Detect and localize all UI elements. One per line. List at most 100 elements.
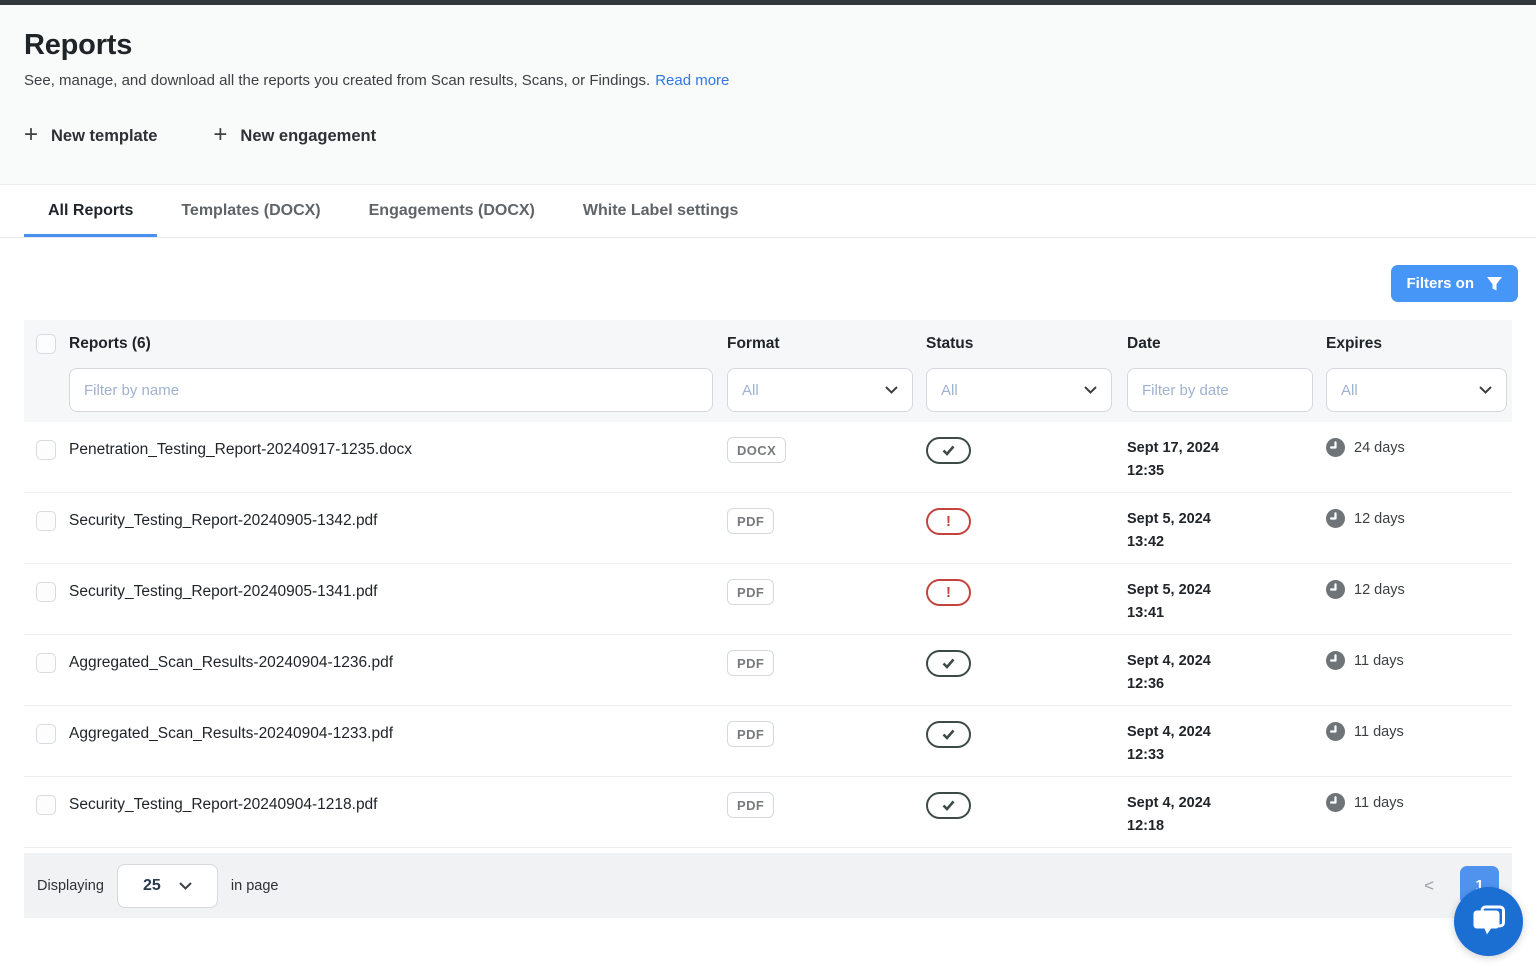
status-filter-select[interactable]: All — [926, 368, 1112, 412]
report-name[interactable]: Security_Testing_Report-20240905-1341.pd… — [69, 579, 727, 601]
clock-icon — [1326, 580, 1345, 599]
new-engagement-button[interactable]: + New engagement — [213, 125, 376, 147]
report-date-time: 12:18 — [1127, 815, 1326, 838]
report-date: Sept 4, 2024 12:36 — [1127, 650, 1326, 696]
status-badge: ! — [926, 650, 971, 677]
tab-label: Templates (DOCX) — [181, 202, 320, 220]
clock-icon — [1326, 509, 1345, 528]
error-icon: ! — [946, 585, 951, 600]
status-badge: ! — [926, 579, 971, 606]
previous-page-button[interactable]: < — [1420, 872, 1438, 900]
status-filter-value: All — [941, 382, 958, 399]
table-row: Security_Testing_Report-20240905-1342.pd… — [24, 493, 1512, 564]
tab-white-label-settings[interactable]: White Label settings — [559, 185, 763, 237]
format-badge: PDF — [727, 650, 774, 676]
column-header-status: Status — [926, 335, 1127, 353]
new-template-button[interactable]: + New template — [24, 125, 157, 147]
report-date-day: Sept 5, 2024 — [1127, 508, 1326, 531]
plus-icon: + — [24, 123, 38, 147]
filter-by-date-input[interactable] — [1127, 368, 1313, 412]
plus-icon: + — [213, 123, 227, 147]
read-more-link[interactable]: Read more — [655, 72, 729, 89]
filter-funnel-icon — [1486, 276, 1503, 292]
report-name[interactable]: Aggregated_Scan_Results-20240904-1236.pd… — [69, 650, 727, 672]
status-badge: ! — [926, 721, 971, 748]
expires-filter-value: All — [1341, 382, 1358, 399]
clock-icon — [1326, 793, 1345, 812]
check-icon — [942, 800, 955, 811]
row-checkbox[interactable] — [36, 724, 56, 744]
row-checkbox[interactable] — [36, 511, 56, 531]
format-badge: PDF — [727, 579, 774, 605]
per-page-value: 25 — [143, 877, 161, 895]
column-header-expires: Expires — [1326, 335, 1512, 353]
table-row: Security_Testing_Report-20240905-1341.pd… — [24, 564, 1512, 635]
report-date-time: 13:41 — [1127, 602, 1326, 625]
report-date-time: 12:36 — [1127, 673, 1326, 696]
format-badge: DOCX — [727, 437, 786, 463]
chevron-down-icon — [179, 882, 192, 890]
format-filter-select[interactable]: All — [727, 368, 913, 412]
report-date-time: 12:35 — [1127, 460, 1326, 483]
report-date-day: Sept 4, 2024 — [1127, 792, 1326, 815]
chat-widget-button[interactable] — [1454, 887, 1523, 956]
report-date: Sept 5, 2024 13:42 — [1127, 508, 1326, 554]
status-badge: ! — [926, 508, 971, 535]
tab-label: White Label settings — [583, 202, 739, 220]
table-filter-row: All All All — [24, 354, 1512, 422]
column-header-reports: Reports (6) — [69, 335, 727, 353]
format-filter-value: All — [742, 382, 759, 399]
table-row: Security_Testing_Report-20240904-1218.pd… — [24, 777, 1512, 848]
report-date: Sept 5, 2024 13:41 — [1127, 579, 1326, 625]
pagination-footer: Displaying 25 in page < 1 — [24, 853, 1512, 918]
filter-by-name-input[interactable] — [69, 368, 713, 412]
chat-bubbles-icon — [1470, 905, 1507, 939]
report-date-time: 12:33 — [1127, 744, 1326, 767]
tab-bar: All Reports Templates (DOCX) Engagements… — [0, 185, 1536, 238]
page-subtitle-text: See, manage, and download all the report… — [24, 72, 650, 89]
report-date: Sept 4, 2024 12:33 — [1127, 721, 1326, 767]
tab-engagements-docx[interactable]: Engagements (DOCX) — [345, 185, 559, 237]
new-engagement-label: New engagement — [240, 127, 376, 146]
clock-icon — [1326, 722, 1345, 741]
table-row: Aggregated_Scan_Results-20240904-1233.pd… — [24, 706, 1512, 777]
expires-days: 12 days — [1354, 582, 1405, 598]
report-date-day: Sept 4, 2024 — [1127, 650, 1326, 673]
table-row: Penetration_Testing_Report-20240917-1235… — [24, 422, 1512, 493]
report-name[interactable]: Penetration_Testing_Report-20240917-1235… — [69, 437, 727, 459]
report-name[interactable]: Security_Testing_Report-20240905-1342.pd… — [69, 508, 727, 530]
table-head: Reports (6) Format Status Date Expires A… — [24, 320, 1512, 422]
filters-row: Filters on — [0, 238, 1536, 316]
tab-label: All Reports — [48, 202, 133, 220]
check-icon — [942, 445, 955, 456]
report-name[interactable]: Aggregated_Scan_Results-20240904-1233.pd… — [69, 721, 727, 743]
report-expires: 24 days — [1326, 437, 1512, 457]
chevron-down-icon — [1084, 386, 1097, 394]
report-date-day: Sept 17, 2024 — [1127, 437, 1326, 460]
report-date-time: 13:42 — [1127, 531, 1326, 554]
expires-days: 11 days — [1354, 724, 1404, 740]
per-page-select[interactable]: 25 — [117, 864, 218, 908]
row-checkbox[interactable] — [36, 440, 56, 460]
tab-templates-docx[interactable]: Templates (DOCX) — [157, 185, 344, 237]
column-header-date: Date — [1127, 335, 1326, 353]
expires-days: 12 days — [1354, 511, 1405, 527]
chevron-down-icon — [1479, 386, 1492, 394]
report-name[interactable]: Security_Testing_Report-20240904-1218.pd… — [69, 792, 727, 814]
format-badge: PDF — [727, 508, 774, 534]
select-all-checkbox[interactable] — [36, 334, 56, 354]
filters-on-button[interactable]: Filters on — [1391, 265, 1518, 302]
expires-days: 11 days — [1354, 795, 1404, 811]
row-checkbox[interactable] — [36, 653, 56, 673]
tab-all-reports[interactable]: All Reports — [24, 185, 157, 237]
clock-icon — [1326, 651, 1345, 670]
report-date: Sept 17, 2024 12:35 — [1127, 437, 1326, 483]
per-page-controls: Displaying 25 in page — [37, 864, 278, 908]
row-checkbox[interactable] — [36, 795, 56, 815]
expires-filter-select[interactable]: All — [1326, 368, 1507, 412]
row-checkbox[interactable] — [36, 582, 56, 602]
new-template-label: New template — [51, 127, 157, 146]
column-header-format: Format — [727, 335, 926, 353]
tab-label: Engagements (DOCX) — [369, 202, 535, 220]
status-badge: ! — [926, 792, 971, 819]
